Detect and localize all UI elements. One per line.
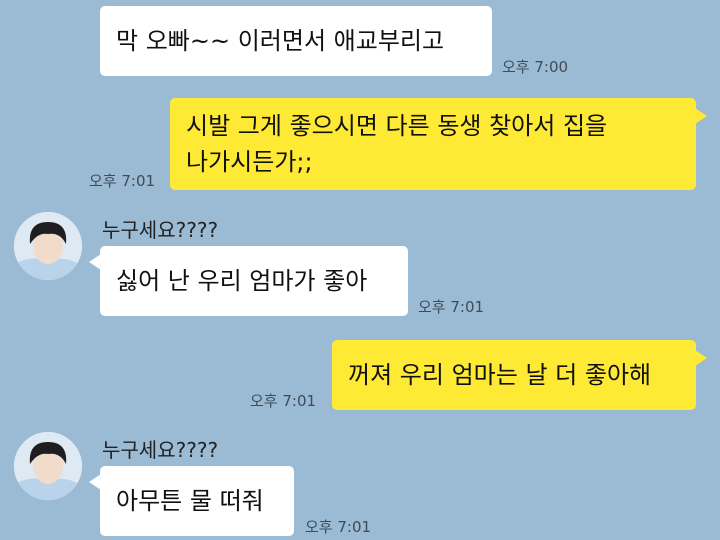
avatar[interactable] — [14, 432, 82, 500]
profile-photo-icon — [14, 432, 82, 500]
message-bubble[interactable]: 꺼져 우리 엄마는 날 더 좋아해 — [332, 340, 696, 410]
message-timestamp: 오후 7:01 — [250, 392, 317, 410]
message-text: 시발 그게 좋으시면 다른 동생 찾아서 집을 나가시든가;; — [186, 112, 608, 176]
message-bubble[interactable]: 시발 그게 좋으시면 다른 동생 찾아서 집을 나가시든가;; — [170, 98, 696, 190]
avatar[interactable] — [14, 212, 82, 280]
message-timestamp: 오후 7:00 — [502, 58, 569, 76]
message-timestamp: 오후 7:01 — [305, 518, 372, 536]
bubble-tail — [695, 350, 707, 366]
message-text: 아무튼 물 떠줘 — [116, 487, 264, 515]
message-bubble[interactable]: 아무튼 물 떠줘 — [100, 466, 294, 536]
message-timestamp: 오후 7:01 — [89, 172, 156, 190]
message-timestamp: 오후 7:01 — [418, 298, 485, 316]
message-text: 꺼져 우리 엄마는 날 더 좋아해 — [348, 361, 652, 389]
sender-name: 누구세요???? — [102, 438, 219, 462]
message-bubble[interactable]: 싫어 난 우리 엄마가 좋아 — [100, 246, 408, 316]
message-text: 막 오빠~~ 이러면서 애교부리고 — [116, 27, 445, 55]
message-bubble[interactable]: 막 오빠~~ 이러면서 애교부리고 — [100, 6, 492, 76]
message-text: 싫어 난 우리 엄마가 좋아 — [116, 267, 368, 295]
sender-name: 누구세요???? — [102, 218, 219, 242]
bubble-tail — [695, 108, 707, 124]
profile-photo-icon — [14, 212, 82, 280]
